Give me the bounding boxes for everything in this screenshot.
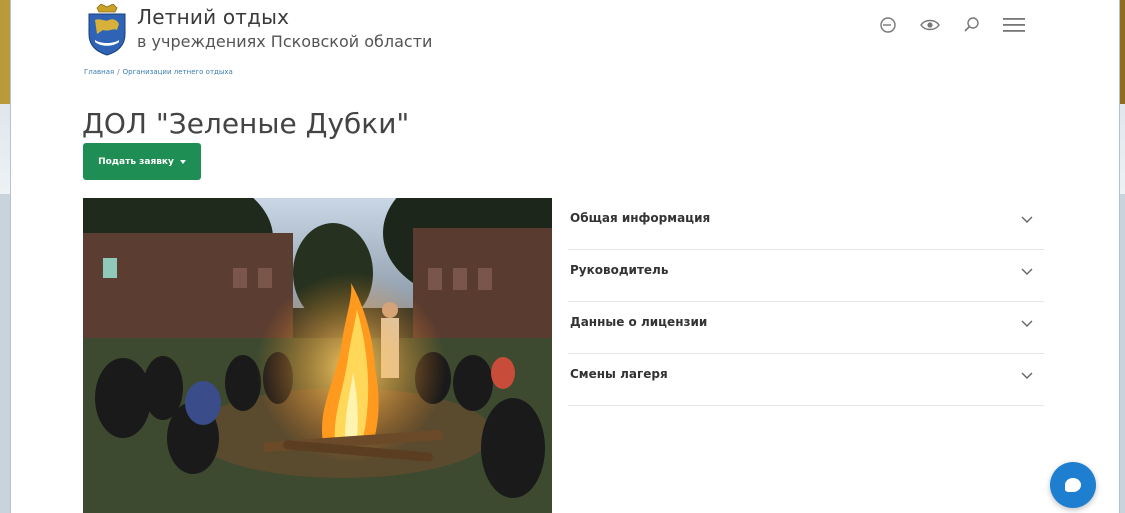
accordion-item-general-info[interactable]: Общая информация: [568, 198, 1044, 250]
apply-button-label: Подать заявку: [98, 156, 174, 167]
accordion-item-label: Руководитель: [570, 263, 669, 277]
chevron-down-icon: [1021, 320, 1033, 327]
chevron-down-icon: [1021, 216, 1033, 223]
eye-icon[interactable]: [917, 12, 943, 38]
accordion-item-camp-shifts[interactable]: Смены лагеря: [568, 354, 1044, 406]
login-icon[interactable]: [875, 12, 901, 38]
search-icon[interactable]: [959, 12, 985, 38]
camp-photo: [83, 198, 552, 513]
breadcrumb-home-link[interactable]: Главная: [84, 68, 114, 76]
accordion-item-label: Общая информация: [570, 211, 711, 225]
site-subtitle[interactable]: в учреждениях Псковской области: [137, 32, 432, 51]
page-title: ДОЛ "Зеленые Дубки": [82, 106, 410, 140]
caret-down-icon: [179, 159, 186, 164]
chat-button[interactable]: [1050, 462, 1096, 508]
accordion-item-label: Смены лагеря: [570, 367, 668, 381]
menu-icon[interactable]: [1001, 12, 1027, 38]
apply-dropdown-button[interactable]: Подать заявку: [83, 143, 201, 180]
info-accordion: Общая информация Руководитель Данные о л…: [568, 198, 1044, 406]
page-container: Летний отдых в учреждениях Псковской обл…: [10, 0, 1120, 513]
accordion-item-director[interactable]: Руководитель: [568, 250, 1044, 302]
site-title[interactable]: Летний отдых: [137, 5, 289, 29]
accordion-item-license[interactable]: Данные о лицензии: [568, 302, 1044, 354]
chevron-down-icon: [1021, 268, 1033, 275]
breadcrumb: Главная / Организации летнего отдыха: [84, 68, 233, 76]
coat-of-arms-logo[interactable]: [83, 3, 131, 56]
header-icons: [875, 12, 1027, 38]
chat-bubble-icon: [1065, 478, 1081, 492]
accordion-item-label: Данные о лицензии: [570, 315, 708, 329]
chevron-down-icon: [1021, 372, 1033, 379]
breadcrumb-section-link[interactable]: Организации летнего отдыха: [123, 68, 233, 76]
breadcrumb-separator: /: [117, 68, 120, 76]
